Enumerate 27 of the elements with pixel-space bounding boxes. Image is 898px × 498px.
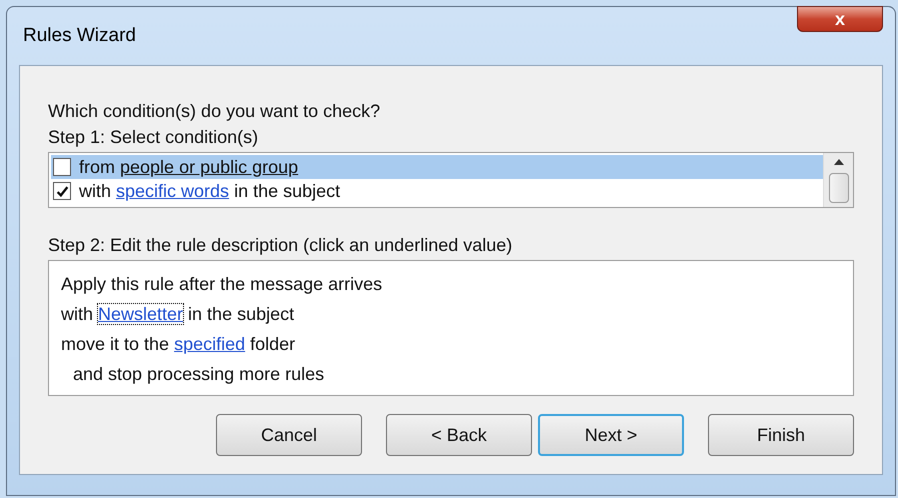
rule-line: Apply this rule after the message arrives — [61, 273, 384, 296]
rule-line: with Newsletter in the subject — [61, 303, 296, 326]
dialog-button[interactable]: Next > — [538, 414, 684, 456]
condition-text: with specific words in the subject — [79, 180, 340, 203]
rule-line: and stop processing more rules — [72, 363, 326, 386]
scroll-up-icon[interactable] — [834, 159, 844, 165]
dialog-button[interactable]: < Back — [386, 414, 532, 456]
checkbox[interactable] — [53, 182, 71, 200]
link[interactable]: Newsletter — [98, 304, 184, 324]
window-title: Rules Wizard — [22, 24, 136, 48]
condition-text: from people or public group — [79, 156, 298, 179]
link[interactable]: specified — [174, 334, 246, 354]
step-label: Step 1: Select condition(s) — [48, 126, 260, 149]
link[interactable]: specific words — [116, 180, 230, 200]
dialog-button[interactable]: Finish — [708, 414, 854, 456]
checkbox[interactable] — [53, 158, 71, 176]
scroll-thumb[interactable] — [828, 173, 848, 203]
question-text: Which condition(s) do you want to check? — [48, 100, 382, 123]
close-button[interactable]: x — [797, 6, 883, 32]
dialog-button[interactable]: Cancel — [216, 414, 362, 456]
scrollbar[interactable] — [823, 153, 853, 207]
rule-line: move it to the specified folder — [61, 333, 296, 356]
condition-item[interactable]: with specific words in the subject — [51, 179, 823, 203]
step-label: Step 2: Edit the rule description (click an underlined value) — [48, 234, 514, 257]
check-icon — [56, 184, 68, 198]
link[interactable]: people or public group — [120, 156, 298, 176]
condition-item[interactable]: from people or public group — [51, 155, 823, 179]
